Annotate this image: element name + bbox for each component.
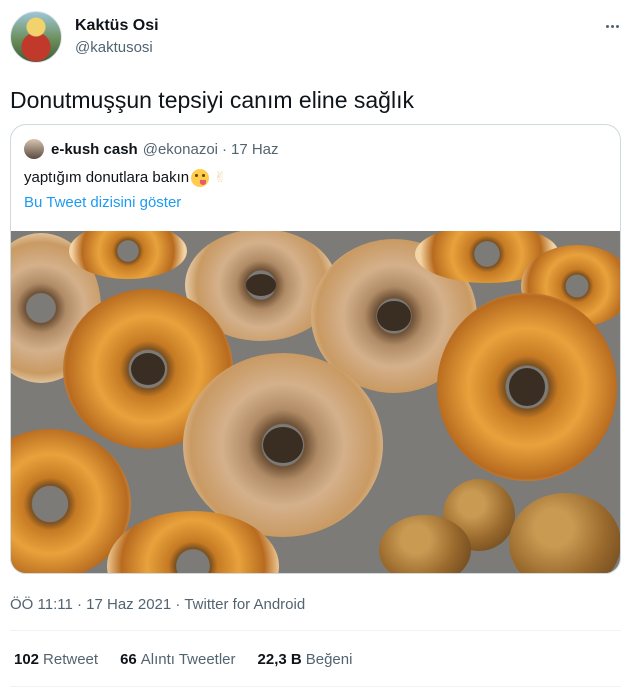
author-name-block[interactable]: Kaktüs Osi @kaktusosi <box>75 16 159 58</box>
more-options-icon[interactable] <box>601 15 623 37</box>
likes-count: 22,3 B <box>257 651 302 668</box>
victory-hand-emoji: ✌ <box>213 169 227 186</box>
likes-stat[interactable]: 22,3 B Beğeni <box>258 650 353 670</box>
quoted-tweet-card[interactable]: e-kush cash @ekonazoi · 17 Haz yaptığım … <box>10 124 621 574</box>
face-savoring-food-emoji <box>191 169 210 187</box>
engagement-stats: 102 Retweet 66 Alıntı Tweetler 22,3 B Beğen… <box>14 650 374 670</box>
tweet-text: Donutmuşşun tepsiyi canım eline sağlık <box>10 87 414 113</box>
author-display-name[interactable]: Kaktüs Osi <box>75 16 159 36</box>
quoted-date-separator: · <box>222 140 227 158</box>
show-thread-link[interactable]: Bu Tweet dizisini göster <box>24 193 181 213</box>
tweet-meta: ÖÖ 11:11 · 17 Haz 2021 · Twitter for And… <box>10 595 305 615</box>
quote-tweets-stat[interactable]: 66 Alıntı Tweetler <box>120 650 235 670</box>
tweet-time[interactable]: ÖÖ 11:11 <box>10 596 73 613</box>
donut-photo[interactable] <box>11 231 620 573</box>
author-avatar[interactable] <box>10 11 62 63</box>
quoted-tweet-date: 17 Haz <box>231 140 279 158</box>
meta-separator: · <box>175 596 181 613</box>
retweets-label: Retweet <box>43 651 99 668</box>
quoted-tweet-text: yaptığım donutlara bakın <box>24 169 190 186</box>
quoted-tweet-text-row: yaptığım donutlara bakın ✌ <box>24 167 229 189</box>
quotes-label: Alıntı Tweetler <box>140 651 236 668</box>
quoted-author-avatar <box>24 139 44 159</box>
donut <box>183 353 383 537</box>
quoted-author-name: e-kush cash <box>51 140 138 158</box>
likes-label: Beğeni <box>305 651 353 668</box>
quoted-tweet-header: e-kush cash @ekonazoi · 17 Haz <box>24 139 279 159</box>
divider <box>10 630 621 631</box>
tweet-header: Kaktüs Osi @kaktusosi <box>10 11 625 67</box>
divider <box>10 686 621 687</box>
quoted-author-handle: @ekonazoi <box>142 140 218 158</box>
quotes-count: 66 <box>120 651 137 668</box>
retweets-count: 102 <box>14 651 40 668</box>
donut-hole <box>509 493 620 573</box>
meta-separator: · <box>76 596 82 613</box>
donut <box>437 293 617 481</box>
author-handle[interactable]: @kaktusosi <box>75 38 159 58</box>
tweet-date[interactable]: 17 Haz 2021 <box>86 596 171 613</box>
tweet-source[interactable]: Twitter for Android <box>184 596 305 613</box>
retweets-stat[interactable]: 102 Retweet <box>14 650 98 670</box>
